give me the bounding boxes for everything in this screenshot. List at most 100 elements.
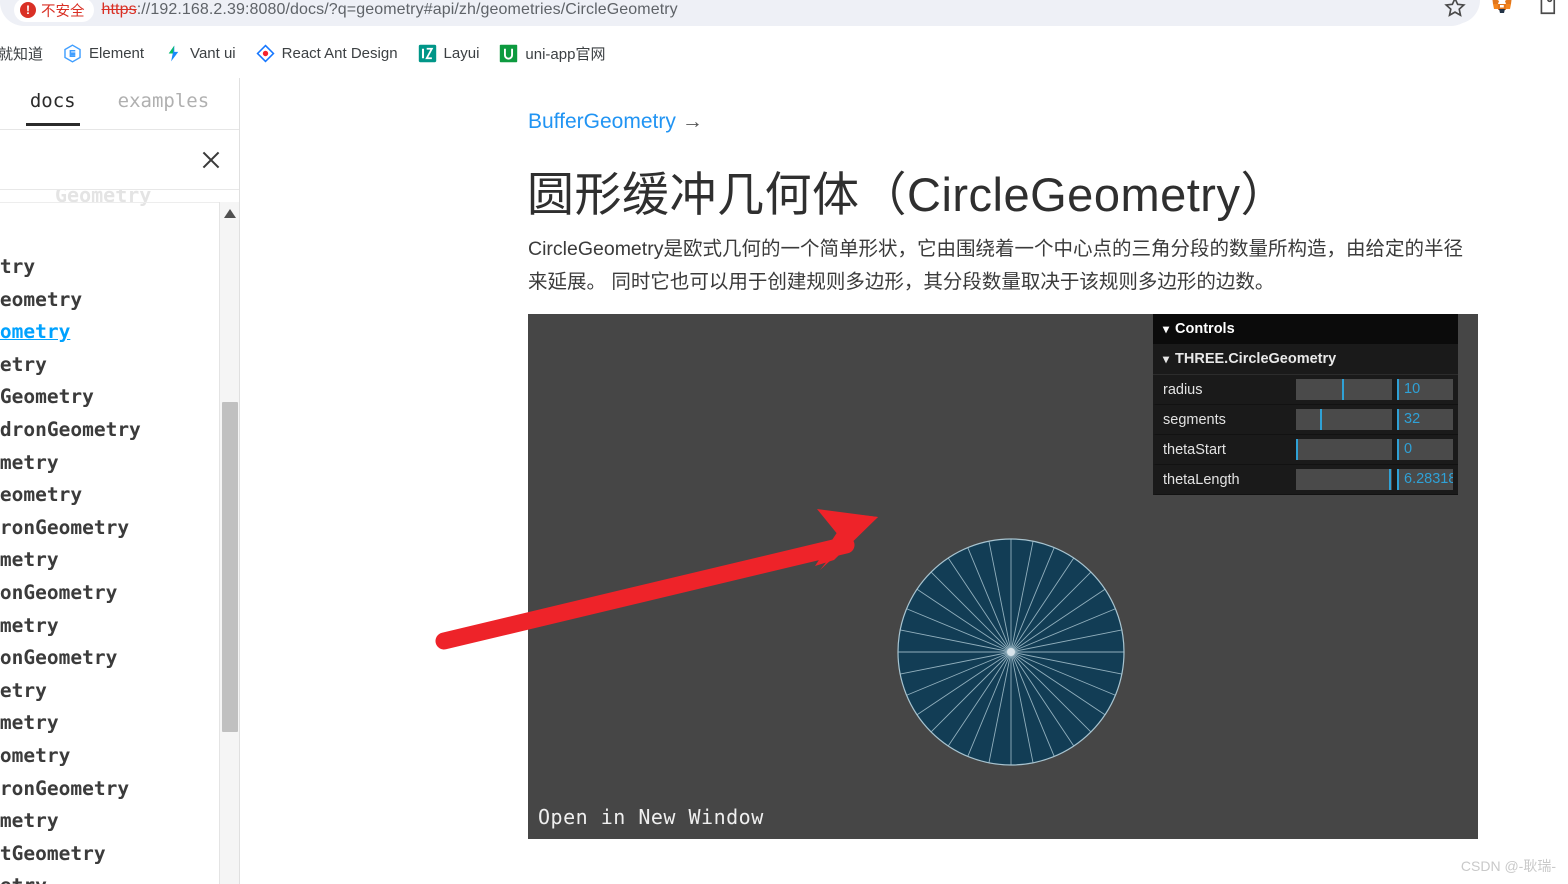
browser-toolbar-icons	[1430, 0, 1568, 26]
bookmark-label: 就知道	[0, 45, 44, 63]
gui-title-bar[interactable]: ▾ Controls	[1153, 314, 1458, 344]
sidebar-item-ringgeometry[interactable]: RingGeometry	[0, 675, 224, 708]
chevron-down-icon: ▾	[1163, 322, 1170, 336]
sidebar-item-torusgeometry[interactable]: TorusGeometry	[0, 805, 224, 838]
uni-app-icon	[500, 44, 518, 62]
bookmark-item-0[interactable]: 就知道	[0, 40, 53, 67]
page-title: 圆形缓冲几何体（CircleGeometry）	[527, 168, 1288, 221]
gui-value-thetaLength[interactable]: 6.283185	[1397, 469, 1453, 490]
open-in-new-window-link[interactable]: Open in New Window	[538, 805, 764, 829]
close-icon	[202, 151, 220, 168]
gui-label-radius: radius	[1163, 381, 1203, 398]
bookmark-item-4[interactable]: Layui	[408, 41, 490, 66]
sidebar-tabs: docs examples	[0, 78, 239, 130]
bookmark-star-button[interactable]	[1430, 0, 1480, 24]
dat-gui-panel: ▾ Controls ▾ THREE.CircleGeometry radius 10…	[1153, 314, 1458, 495]
gui-label-thetaLength: thetaLength	[1163, 471, 1240, 488]
gui-value-thetaStart[interactable]: 0	[1397, 439, 1453, 460]
sidebar-item-tubegeometry[interactable]: TubeGeometry	[0, 870, 224, 884]
gui-label-segments: segments	[1163, 411, 1226, 428]
sidebar-item-polyhedrongeometry[interactable]: PolyhedronGeometry	[0, 642, 224, 675]
sidebar-item-cylindergeometry[interactable]: CylinderGeometry	[0, 381, 224, 414]
clear-search-button[interactable]	[197, 146, 225, 174]
csdn-watermark: CSDN @-耿瑞-	[1460, 858, 1556, 874]
gui-label-thetaStart: thetaStart	[1163, 441, 1226, 458]
extensions-button[interactable]	[1524, 0, 1568, 24]
gui-slider-thetaLength[interactable]	[1296, 469, 1392, 490]
bookmark-label: Element	[89, 44, 145, 62]
gui-slider-knob[interactable]	[1296, 439, 1298, 460]
bookmark-label: uni-app官网	[525, 45, 606, 63]
sidebar-item-spheregeometry[interactable]: SphereGeometry	[0, 740, 224, 773]
sidebar-search-row	[0, 130, 239, 190]
sidebar-item-octahedrongeometry[interactable]: OctahedronGeometry	[0, 577, 224, 610]
react-ant-design-icon	[256, 43, 275, 63]
bookmark-item-2[interactable]: Vant ui	[154, 41, 246, 66]
element-ui-icon	[64, 43, 81, 63]
gui-slider-segments[interactable]	[1296, 409, 1392, 430]
bookmark-item-5[interactable]: uni-app官网	[489, 40, 615, 67]
geometry-viewer[interactable]: Open in New Window ▾ Controls ▾ THREE.Circ…	[528, 314, 1478, 839]
gui-folder-header[interactable]: ▾ THREE.CircleGeometry	[1153, 344, 1458, 375]
breadcrumb[interactable]: BufferGeometry →	[528, 110, 703, 134]
bookmark-item-3[interactable]: React Ant Design	[246, 41, 408, 66]
sidebar-item-edgesgeometry[interactable]: EdgesGeometry	[0, 447, 224, 480]
gui-row-radius[interactable]: radius 10	[1153, 375, 1458, 405]
scroll-up-button[interactable]	[220, 202, 239, 224]
bookmark-label: Layui	[443, 44, 480, 62]
breadcrumb-parent: BufferGeometry	[528, 110, 676, 133]
security-badge-label: 不安全	[41, 3, 85, 20]
bookmark-label: Vant ui	[190, 44, 236, 62]
sidebar-item-tetrahedrongeometry[interactable]: TetrahedronGeometry	[0, 773, 224, 806]
gui-title-label: Controls	[1175, 321, 1235, 337]
url-scheme: https	[101, 1, 137, 18]
bookmarks-bar: 就知道 Element Vant ui React Ant Design Lay…	[0, 36, 1568, 70]
gui-slider-thetaStart[interactable]	[1296, 439, 1392, 460]
gui-folder-label: THREE.CircleGeometry	[1175, 351, 1337, 367]
sidebar-scrollbar[interactable]	[219, 202, 239, 884]
security-badge[interactable]: ! 不安全	[14, 0, 94, 22]
address-bar[interactable]: ! 不安全 https://192.168.2.39:8080/docs/?q=…	[0, 0, 1475, 26]
docs-sidebar: docs examples Geometry BoxGeometryCapsul…	[0, 78, 240, 884]
gui-row-segments[interactable]: segments 32	[1153, 405, 1458, 435]
url-rest: ://192.168.2.39:8080/docs/?q=geometry#ap…	[136, 1, 678, 18]
gui-row-thetaLength[interactable]: thetaLength 6.283185	[1153, 465, 1458, 495]
sidebar-item-extrudegeometry[interactable]: ExtrudeGeometry	[0, 479, 224, 512]
sidebar-item-shapegeometry[interactable]: ShapeGeometry	[0, 707, 224, 740]
chevron-down-icon: ▾	[1163, 352, 1170, 366]
main-content: BufferGeometry → 圆形缓冲几何体（CircleGeometry） …	[241, 78, 1568, 884]
page-description: CircleGeometry是欧式几何的一个简单形状，它由围绕着一个中心点的三角…	[528, 238, 1463, 293]
bookmark-item-1[interactable]: Element	[53, 41, 154, 66]
gui-row-thetaStart[interactable]: thetaStart 0	[1153, 435, 1458, 465]
vant-ui-icon	[168, 45, 179, 61]
triangle-up-icon	[224, 208, 236, 218]
gui-value-radius[interactable]: 10	[1397, 379, 1453, 400]
star-icon	[1444, 0, 1466, 17]
bookmark-label: React Ant Design	[281, 44, 398, 62]
tab-examples[interactable]: examples	[118, 90, 210, 118]
gui-slider-knob[interactable]	[1319, 409, 1322, 430]
scrollbar-thumb[interactable]	[222, 402, 238, 732]
sidebar-item-torusknotgeometry[interactable]: TorusKnotGeometry	[0, 838, 224, 871]
sidebar-item-lathegeometry[interactable]: LatheGeometry	[0, 544, 224, 577]
sidebar-item-label: CylinderGeometry	[0, 385, 94, 409]
sidebar-item-dodecahedrongeometry[interactable]: DodecahedronGeometry	[0, 414, 224, 447]
gui-slider-knob[interactable]	[1389, 469, 1392, 490]
sidebar-item-planegeometry[interactable]: PlaneGeometry	[0, 610, 224, 643]
sidebar-list[interactable]: BoxGeometryCapsuleGeometryCircleGeometry…	[0, 202, 239, 884]
sidebar-item-icosahedrongeometry[interactable]: IcosahedronGeometry	[0, 512, 224, 545]
sidebar-item-conegeometry[interactable]: ConeGeometry	[0, 349, 224, 382]
sidebar-item-boxgeometry[interactable]: BoxGeometry	[0, 251, 224, 284]
breadcrumb-arrow-icon: →	[681, 110, 703, 133]
gui-value-segments[interactable]: 32	[1397, 409, 1453, 430]
gui-slider-radius[interactable]	[1296, 379, 1392, 400]
sidebar-item-circlegeometry[interactable]: CircleGeometry	[0, 316, 224, 349]
extensions-puzzle-icon	[1540, 0, 1556, 15]
sidebar-item-capsulegeometry[interactable]: CapsuleGeometry	[0, 284, 224, 317]
gui-slider-knob[interactable]	[1342, 379, 1345, 400]
metamask-fox-icon	[1492, 0, 1512, 13]
metamask-extension-button[interactable]	[1480, 0, 1524, 24]
not-secure-icon: !	[20, 2, 36, 18]
url-text[interactable]: https://192.168.2.39:8080/docs/?q=geomet…	[102, 1, 678, 19]
tab-docs[interactable]: docs	[25, 90, 80, 126]
